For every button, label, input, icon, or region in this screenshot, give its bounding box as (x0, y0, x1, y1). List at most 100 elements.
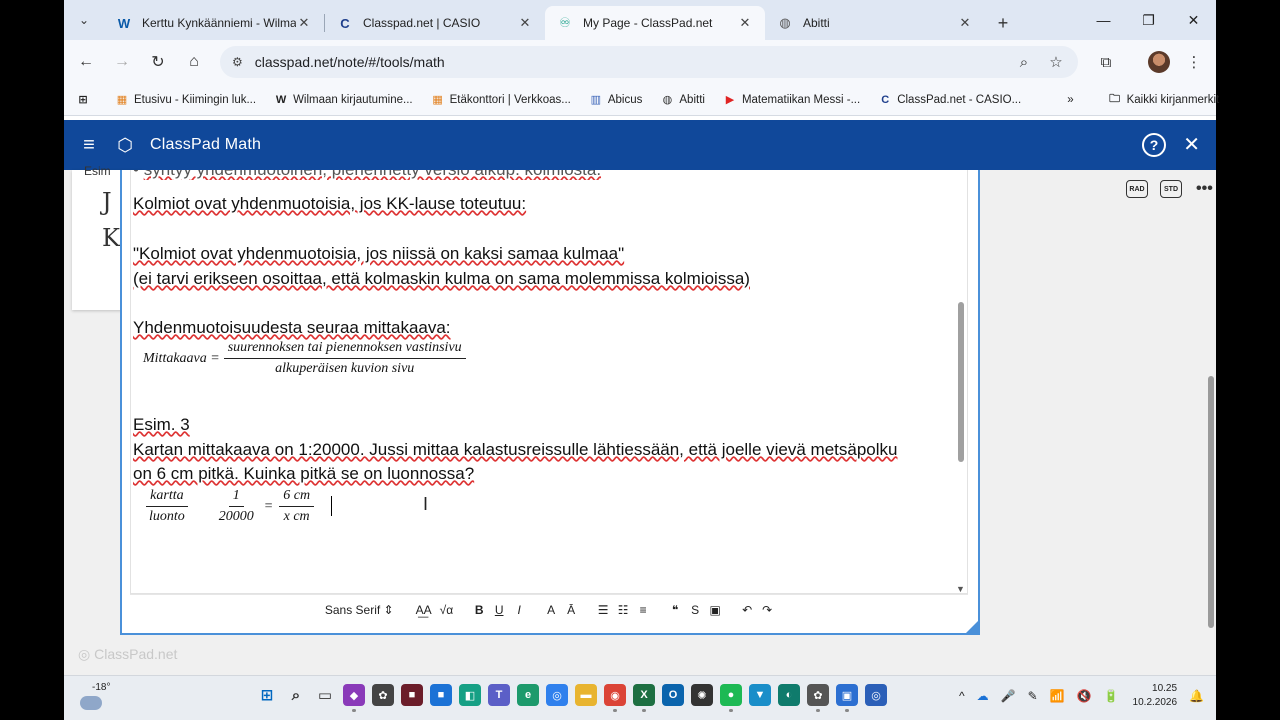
ordered-list-button[interactable]: ☰ (597, 603, 609, 617)
tab-title: My Page - ClassPad.net (583, 16, 713, 30)
close-tab-icon[interactable]: ✕ (296, 15, 312, 31)
bold-button[interactable]: B (473, 603, 485, 617)
weather-widget[interactable]: -18° (80, 682, 110, 710)
page-scrollbar-thumb[interactable] (1208, 376, 1214, 628)
taskbar-app-purple-icon[interactable]: ◆ (343, 684, 365, 712)
rich-text-sticky-note[interactable]: • syntyy yhdenmuotoinen, pienennetty ver… (120, 170, 980, 635)
editor-scrollbar-thumb[interactable] (958, 302, 964, 462)
wifi-icon[interactable]: 📶 (1050, 689, 1065, 703)
taskbar-task-view-icon[interactable]: ▭ (314, 684, 336, 706)
fraction-denominator: alkuperäisen kuvion sivu (275, 361, 415, 376)
clock[interactable]: 10.25 10.2.2026 (1133, 682, 1178, 710)
bookmark-item[interactable]: C ClassPad.net - CASIO... (878, 93, 1021, 107)
reload-button[interactable]: ↻ (140, 44, 176, 80)
insert-math-button[interactable]: √α (440, 603, 454, 617)
tab-my-page[interactable]: ♾ My Page - ClassPad.net ✕ (545, 6, 765, 40)
microphone-icon[interactable]: 🎤 (1001, 689, 1016, 703)
restore-button[interactable]: ❐ (1126, 0, 1171, 40)
close-tab-icon[interactable]: ✕ (517, 15, 533, 31)
font-family-select[interactable]: Sans Serif ⇕ (325, 603, 394, 617)
battery-icon[interactable]: 🔋 (1104, 689, 1119, 703)
all-bookmarks-button[interactable]: 🗀 Kaikki kirjanmerkit (1108, 93, 1219, 107)
close-window-button[interactable]: ✕ (1171, 0, 1216, 40)
editor-scrollbar[interactable]: ▼ (955, 170, 967, 593)
volume-muted-icon[interactable]: 🔇 (1077, 689, 1092, 703)
taskbar-app-store-icon[interactable]: ▣ (836, 684, 858, 712)
bookmark-star-button[interactable]: ☆ (1040, 46, 1072, 78)
std-mode-button[interactable]: STD (1160, 180, 1182, 198)
bookmark-item[interactable]: W Wilmaan kirjautumine... (274, 93, 413, 107)
bookmark-item[interactable]: ▦ Etäkonttori | Verkkoas... (431, 93, 570, 107)
workspace-canvas[interactable]: Esim J K RAD STD ••• ◎ ClassPad.net • sy… (64, 164, 1216, 675)
bookmark-item[interactable]: ▥ Abicus (589, 93, 643, 107)
url-input[interactable]: ⚙ classpad.net/note/#/tools/math (220, 46, 1078, 78)
scroll-down-arrow-icon[interactable]: ▼ (956, 584, 965, 593)
undo-button[interactable]: ↶ (741, 603, 753, 617)
back-button[interactable]: ← (68, 44, 104, 80)
text-editor-area[interactable]: • syntyy yhdenmuotoinen, pienennetty ver… (130, 170, 968, 594)
close-tab-icon[interactable]: ✕ (957, 15, 973, 31)
bookmark-item[interactable]: ◍ Abitti (660, 93, 705, 107)
italic-button[interactable]: I (513, 603, 525, 617)
minimize-button[interactable]: — (1081, 0, 1126, 40)
taskbar-excel-icon[interactable]: X (633, 684, 655, 712)
help-button[interactable]: ? (1142, 133, 1166, 157)
notifications-bell-icon[interactable]: 🔔 (1189, 689, 1204, 703)
bookmarks-overflow-button[interactable]: » (1067, 94, 1073, 106)
tab-wilma[interactable]: W Kerttu Kynkäänniemi - Wilma ✕ (104, 6, 324, 40)
taskbar-outlook-icon[interactable]: O (662, 684, 684, 706)
browser-menu-button[interactable]: ⋮ (1178, 46, 1210, 78)
onedrive-icon[interactable]: ☁ (977, 689, 989, 703)
zoom-button[interactable]: ⌕ (1008, 46, 1040, 78)
bookmark-item[interactable]: ▶ Matematiikan Messi -... (723, 93, 860, 107)
tab-abitti[interactable]: ◍ Abitti ✕ (765, 6, 985, 40)
close-tab-icon[interactable]: ✕ (737, 15, 753, 31)
taskbar-app-browser-icon[interactable]: ◎ (546, 684, 568, 706)
blockquote-button[interactable]: ❝ (669, 603, 681, 617)
page-scrollbar[interactable] (1206, 174, 1216, 669)
taskbar-app-dark-icon[interactable]: ■ (401, 684, 423, 706)
taskbar-app-gear2-icon[interactable]: ✿ (807, 684, 829, 712)
tab-classpad-casio[interactable]: C Classpad.net | CASIO ✕ (325, 6, 545, 40)
taskbar-app-circle-icon[interactable]: ◎ (865, 684, 887, 706)
forward-button[interactable]: → (104, 44, 140, 80)
taskbar-app-edge-icon[interactable]: e (517, 684, 539, 706)
taskbar-search-icon[interactable]: ⌕ (285, 684, 307, 706)
new-tab-button[interactable]: + (985, 6, 1021, 40)
highlight-color-button[interactable]: Ā (565, 603, 577, 617)
taskbar-chrome-icon[interactable]: ◉ (604, 684, 626, 712)
bullet-list-button[interactable]: ☷ (617, 603, 629, 617)
site-settings-icon[interactable]: ⚙ (232, 55, 243, 69)
home-button[interactable]: ⌂ (176, 44, 212, 80)
taskbar-chatgpt-icon[interactable]: ✺ (691, 684, 713, 706)
taskbar-spotify-icon[interactable]: ● (720, 684, 742, 712)
screen-border-right (1216, 0, 1280, 720)
extensions-button[interactable]: ⧉ (1090, 46, 1122, 78)
insert-image-button[interactable]: ▣ (709, 603, 721, 617)
close-app-button[interactable]: ✕ (1183, 132, 1200, 157)
scale-formula[interactable]: Mittakaava = suurennoksen tai pienennoks… (143, 340, 466, 377)
apps-button[interactable]: ⊞ (76, 93, 95, 107)
pen-icon[interactable]: ✎ (1028, 689, 1038, 703)
taskbar-app-teal-icon[interactable]: ◧ (459, 684, 481, 706)
tab-search-button[interactable]: ⌄ (64, 0, 104, 40)
strikethrough-button[interactable]: S (689, 603, 701, 617)
profile-button[interactable] (1143, 46, 1175, 78)
align-button[interactable]: ≡ (637, 603, 649, 617)
bookmark-item[interactable]: ▦ Etusivu - Kiimingin luk... (115, 93, 256, 107)
proportion-equation[interactable]: kartta luonto 1 20000 = 6 cm x cm (145, 488, 315, 525)
taskbar-file-explorer-icon[interactable]: ▬ (575, 684, 597, 706)
taskbar-app-blue-icon[interactable]: ■ (430, 684, 452, 706)
text-color-button[interactable]: A (545, 603, 557, 617)
taskbar-start-icon[interactable]: ⊞ (256, 684, 278, 706)
hamburger-menu-button[interactable]: ≡ (64, 134, 114, 157)
show-hidden-icons-button[interactable]: ^ (959, 689, 965, 703)
redo-button[interactable]: ↷ (761, 603, 773, 617)
font-size-select[interactable]: A͟A (416, 603, 432, 617)
taskbar-app-ring-icon[interactable]: ◐ (778, 684, 800, 706)
taskbar-app-gear-icon[interactable]: ✿ (372, 684, 394, 706)
rad-mode-button[interactable]: RAD (1126, 180, 1148, 198)
underline-button[interactable]: U (493, 603, 505, 617)
taskbar-app-teams-icon[interactable]: T (488, 684, 510, 706)
taskbar-app-cyan-icon[interactable]: ▼ (749, 684, 771, 706)
